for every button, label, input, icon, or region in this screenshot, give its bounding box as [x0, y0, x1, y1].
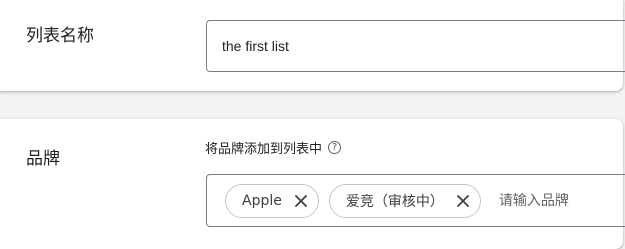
list-name-input[interactable]: the first list [206, 20, 625, 72]
brand-search-input[interactable] [498, 192, 609, 209]
close-icon[interactable] [452, 190, 474, 212]
question-circle-icon[interactable]: ? [328, 141, 342, 154]
list-name-card: 列表名称 the first list [0, 0, 625, 91]
brand-help-row: 将品牌添加到列表中 ? [205, 138, 342, 157]
brand-label: 品牌 [26, 149, 60, 169]
list-name-value: the first list [222, 38, 289, 54]
brand-chip-label: 爱竞（审核中） [345, 193, 444, 210]
brand-help-text: 将品牌添加到列表中 [205, 142, 323, 157]
brand-chip: 爱竞（审核中） [328, 183, 481, 218]
brand-chip-label: Apple [242, 192, 282, 209]
brand-chip: Apple [225, 183, 319, 218]
brand-card: 品牌 将品牌添加到列表中 ? Apple 爱竞（审核中） [0, 119, 625, 249]
brand-chip-field[interactable]: Apple 爱竞（审核中） [206, 174, 625, 227]
close-icon[interactable] [290, 190, 312, 212]
list-name-label: 列表名称 [26, 26, 94, 46]
